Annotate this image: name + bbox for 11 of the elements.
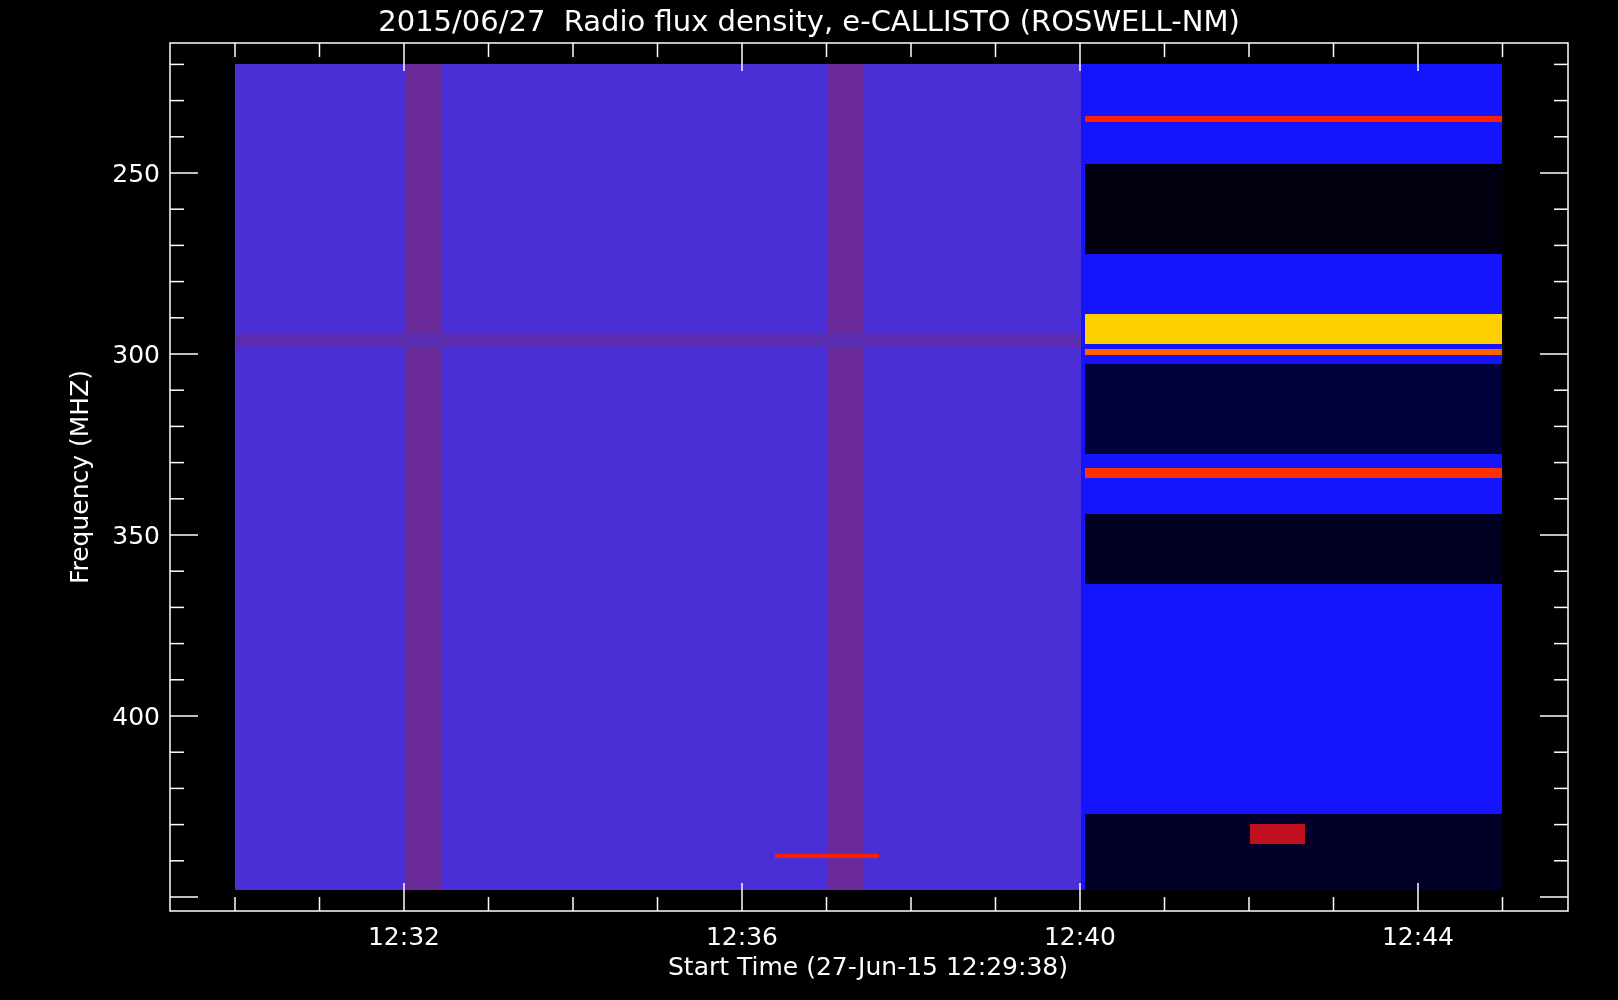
tick-label: 300 [112, 340, 160, 369]
tick-label: 250 [112, 159, 160, 188]
tick-label: 12:40 [1044, 922, 1116, 951]
chart-title: 2015/06/27 Radio flux density, e-CALLISTO (ROSWELL-NM) [378, 4, 1240, 38]
tick-label: 400 [112, 702, 160, 731]
tick-label: 12:32 [368, 922, 440, 951]
tick-label: 12:44 [1382, 922, 1454, 951]
axis-title: Frequency (MHZ) [65, 369, 94, 585]
tick-label: 12:36 [706, 922, 778, 951]
tick-label: 350 [112, 521, 160, 550]
axis-title: Start Time (27-Jun-15 12:29:38) [668, 952, 1068, 981]
